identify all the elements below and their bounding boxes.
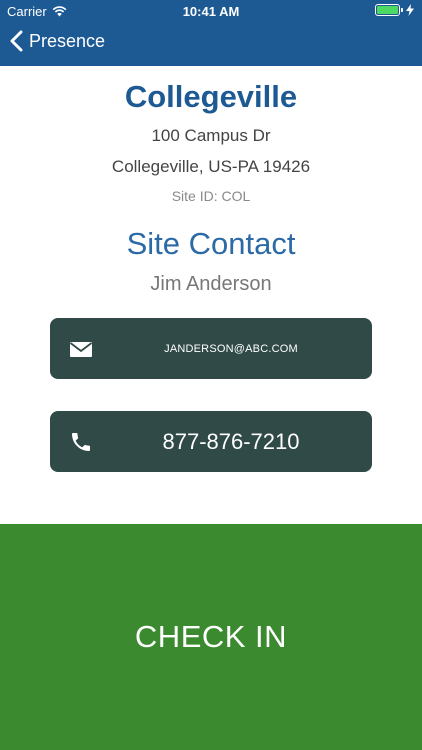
status-time: 10:41 AM: [182, 4, 240, 19]
site-id: Site ID: COL: [171, 188, 251, 204]
battery-group: [375, 4, 414, 16]
header-bar: Carrier 10:41 AM Presence: [0, 0, 422, 66]
phone-button[interactable]: 877-876-7210: [50, 411, 372, 472]
back-button[interactable]: Presence: [10, 30, 105, 52]
status-bar: Carrier 10:41 AM: [0, 0, 422, 22]
site-name: Collegeville: [124, 79, 298, 114]
check-in-button[interactable]: CHECK IN: [0, 524, 422, 750]
contact-name: Jim Anderson: [150, 273, 272, 295]
battery-icon: [375, 4, 403, 16]
phone-icon: [72, 433, 90, 451]
address-line-1: 100 Campus Dr: [151, 126, 271, 145]
address-line-2: Collegeville, US-PA 19426: [111, 157, 311, 176]
site-contact-heading: Site Contact: [126, 226, 296, 261]
phone-label: 877-876-7210: [162, 428, 300, 454]
back-label: Presence: [29, 30, 106, 51]
charging-icon: [406, 4, 414, 16]
email-button[interactable]: JANDERSON@ABC.COM: [50, 318, 372, 379]
navigation-bar: Presence: [0, 22, 422, 66]
email-label: JANDERSON@ABC.COM: [164, 342, 298, 355]
envelope-icon: [69, 342, 93, 357]
back-chevron-icon: [10, 30, 23, 52]
check-in-label: CHECK IN: [134, 619, 288, 654]
